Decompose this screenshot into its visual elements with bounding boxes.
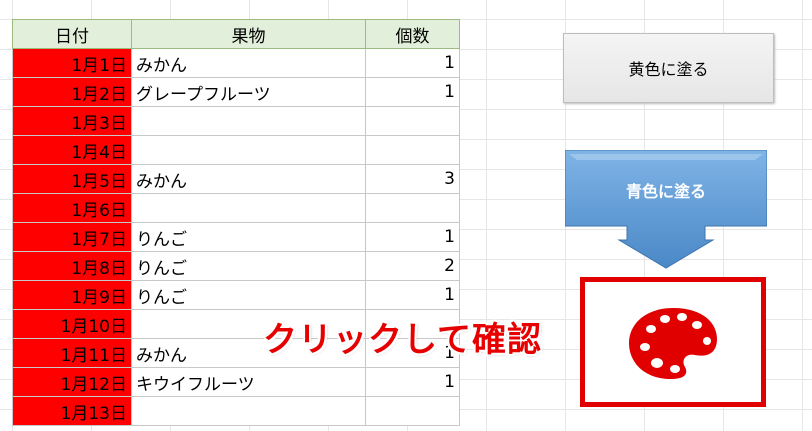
count-cell[interactable]: 1 — [365, 280, 460, 310]
table-row: 1月12日 キウイフルーツ 1 — [12, 367, 460, 397]
date-cell[interactable]: 1月11日 — [12, 338, 132, 368]
fruit-cell[interactable] — [131, 106, 366, 136]
count-cell[interactable]: 3 — [365, 164, 460, 194]
date-cell[interactable]: 1月7日 — [12, 222, 132, 252]
paint-yellow-button[interactable]: 黄色に塗る — [563, 33, 774, 103]
table-row: 1月8日 りんご 2 — [12, 251, 460, 281]
table-row: 1月2日 グレープフルーツ 1 — [12, 77, 460, 107]
table-body: 1月1日 みかん 1 1月2日 グレープフルーツ 1 1月3日 1月4日 1月5日 みかん 3 1月6… — [12, 48, 460, 426]
paint-blue-button-label: 青色に塗る — [625, 182, 706, 201]
table-row: 1月4日 — [12, 135, 460, 165]
count-cell[interactable]: 1 — [365, 367, 460, 397]
fruit-cell[interactable] — [131, 396, 366, 426]
fruit-cell[interactable]: みかん — [131, 48, 366, 78]
date-cell[interactable]: 1月9日 — [12, 280, 132, 310]
paint-palette-icon — [629, 308, 717, 379]
fruit-cell[interactable] — [131, 193, 366, 223]
count-cell[interactable] — [365, 106, 460, 136]
fruit-cell[interactable] — [131, 135, 366, 165]
count-cell[interactable] — [365, 193, 460, 223]
count-cell[interactable] — [365, 135, 460, 165]
date-cell[interactable]: 1月12日 — [12, 367, 132, 397]
count-cell[interactable]: 2 — [365, 251, 460, 281]
date-cell[interactable]: 1月13日 — [12, 396, 132, 426]
date-cell[interactable]: 1月8日 — [12, 251, 132, 281]
date-cell[interactable]: 1月6日 — [12, 193, 132, 223]
count-cell[interactable]: 1 — [365, 48, 460, 78]
table-row: 1月13日 — [12, 396, 460, 426]
date-cell[interactable]: 1月2日 — [12, 77, 132, 107]
fruit-cell[interactable]: キウイフルーツ — [131, 367, 366, 397]
paint-yellow-button-label: 黄色に塗る — [628, 60, 709, 79]
table-row: 1月3日 — [12, 106, 460, 136]
table-row: 1月6日 — [12, 193, 460, 223]
header-row: 日付 果物 個数 — [12, 19, 460, 49]
annotation-click-to-check: クリックして確認 — [263, 320, 542, 360]
date-cell[interactable]: 1月5日 — [12, 164, 132, 194]
count-cell[interactable]: 1 — [365, 77, 460, 107]
date-cell[interactable]: 1月10日 — [12, 309, 132, 339]
count-cell[interactable] — [365, 396, 460, 426]
fruit-cell[interactable]: りんご — [131, 222, 366, 252]
table-row: 1月1日 みかん 1 — [12, 48, 460, 78]
data-table: 日付 果物 個数 1月1日 みかん 1 1月2日 グレープフルーツ 1 1月3日 1月4日 1月… — [12, 19, 460, 426]
fruit-cell[interactable]: みかん — [131, 164, 366, 194]
date-cell[interactable]: 1月1日 — [12, 48, 132, 78]
fruit-cell[interactable]: りんご — [131, 251, 366, 281]
table-row: 1月9日 りんご 1 — [12, 280, 460, 310]
paint-blue-button[interactable] — [565, 150, 767, 270]
date-cell[interactable]: 1月3日 — [12, 106, 132, 136]
header-count[interactable]: 個数 — [365, 19, 460, 49]
fruit-cell[interactable]: グレープフルーツ — [131, 77, 366, 107]
header-fruit[interactable]: 果物 — [131, 19, 366, 49]
header-date[interactable]: 日付 — [12, 19, 132, 49]
date-cell[interactable]: 1月4日 — [12, 135, 132, 165]
table-row: 1月5日 みかん 3 — [12, 164, 460, 194]
fruit-cell[interactable]: りんご — [131, 280, 366, 310]
table-row: 1月7日 りんご 1 — [12, 222, 460, 252]
count-cell[interactable]: 1 — [365, 222, 460, 252]
